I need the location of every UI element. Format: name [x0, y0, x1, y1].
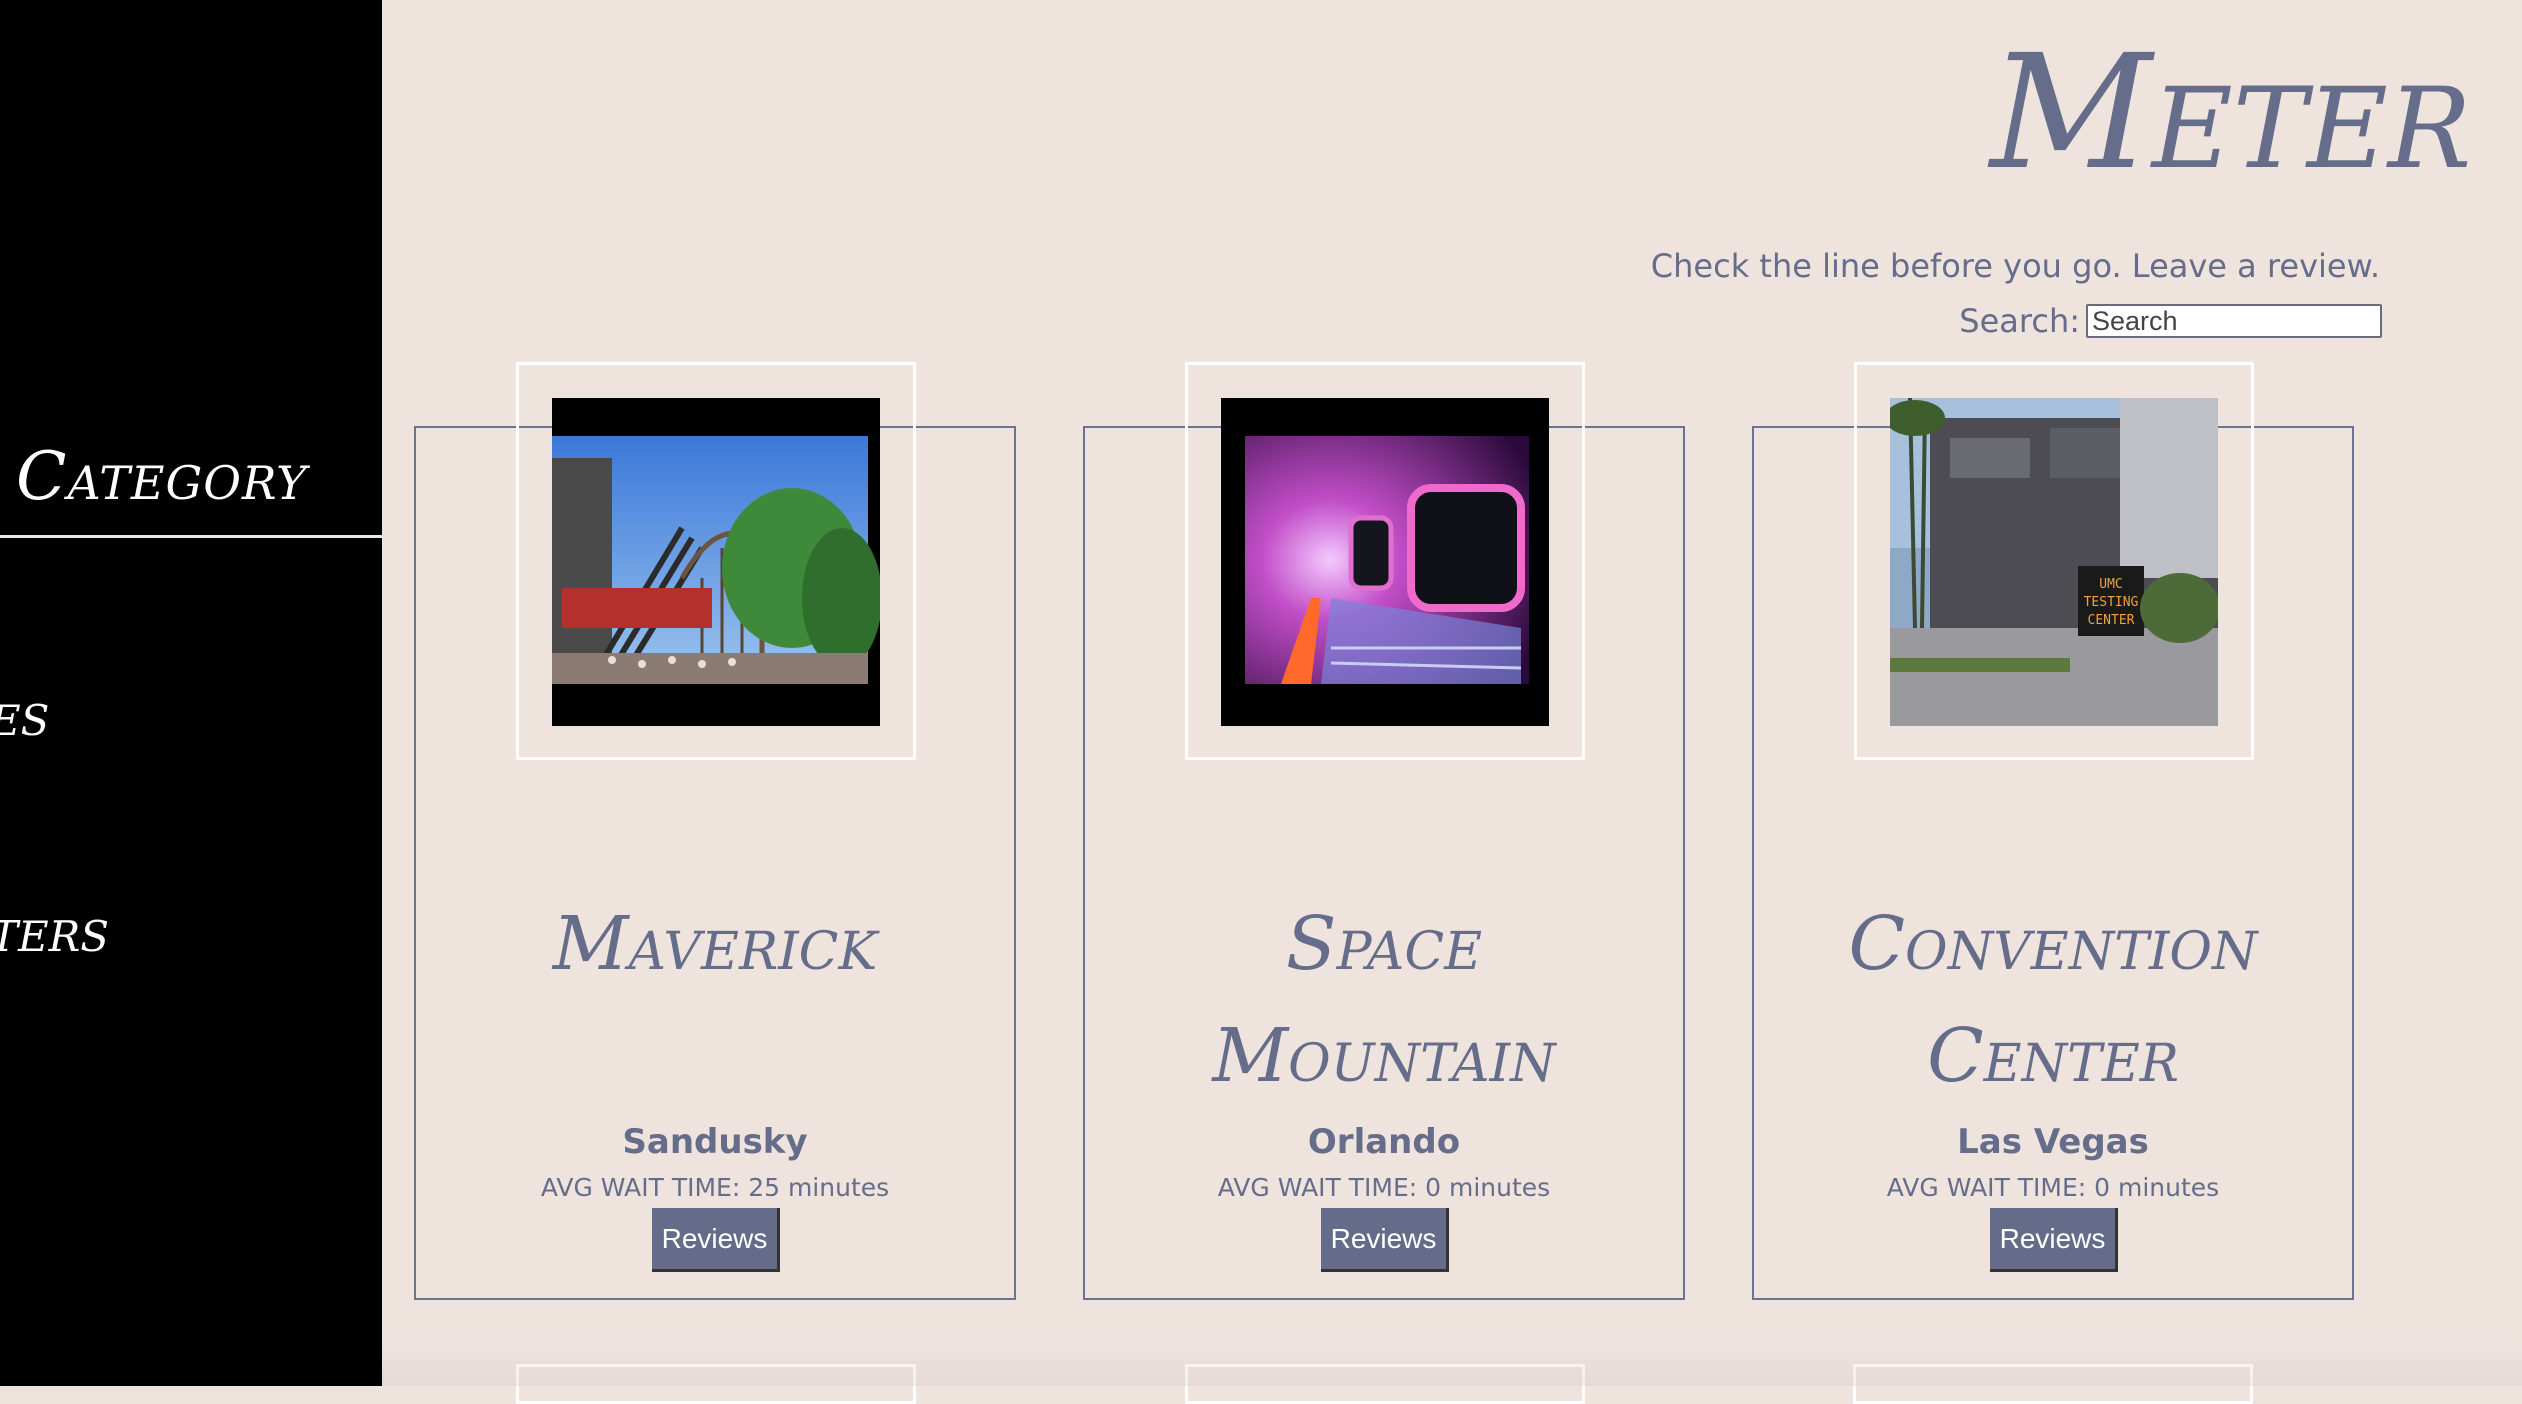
ride-city: Sandusky — [622, 1122, 808, 1162]
photo-frame — [516, 362, 916, 760]
ride-title: Convention Center — [1848, 901, 2258, 1099]
sign-testing: TESTING — [2084, 595, 2139, 610]
avg-wait-time: AVG WAIT TIME: 0 minutes — [1886, 1173, 2220, 1202]
sidebar-divider — [0, 535, 382, 538]
sign-umc: UMC — [2099, 577, 2122, 592]
reviews-button[interactable]: Reviews — [652, 1208, 780, 1272]
brand-logo[interactable]: Meter — [1990, 34, 2471, 192]
avg-wait-time: AVG WAIT TIME: 25 minutes — [540, 1173, 890, 1202]
ride-card: Maverick Sandusky AVG WAIT TIME: 25 minu… — [414, 362, 1016, 1300]
photo-frame: UMC TESTING CENTER — [1854, 362, 2254, 760]
ride-title: Space Mountain — [1212, 901, 1556, 1099]
tagline: Check the line before you go. Leave a re… — [1650, 247, 2380, 285]
ride-card: UMC TESTING CENTER Convention Center Las… — [1752, 362, 2354, 1300]
roller-coaster-photo — [552, 398, 880, 726]
search-input[interactable] — [2086, 304, 2382, 338]
reviews-button[interactable]: Reviews — [1990, 1208, 2118, 1272]
space-tunnel-photo — [1221, 398, 1549, 726]
ride-card: Space Mountain Orlando AVG WAIT TIME: 0 … — [1083, 362, 1685, 1300]
search-bar: Search: — [1800, 302, 2382, 342]
sidebar: Category es ters — [0, 0, 382, 1386]
avg-wait-time: AVG WAIT TIME: 0 minutes — [1217, 1173, 1551, 1202]
sign-center: CENTER — [2088, 613, 2135, 628]
photo-frame — [1185, 362, 1585, 760]
sidebar-item-2[interactable]: ters — [0, 896, 109, 966]
building-sign-photo: UMC TESTING CENTER — [1890, 398, 2218, 726]
bottom-shade — [382, 1340, 2522, 1386]
reviews-button[interactable]: Reviews — [1321, 1208, 1449, 1272]
search-label: Search: — [1959, 302, 2080, 340]
ride-title: Maverick — [552, 901, 878, 987]
sidebar-title: Category — [16, 438, 308, 515]
sidebar-item-1[interactable]: es — [0, 680, 49, 750]
ride-city: Las Vegas — [1957, 1122, 2149, 1162]
ride-city: Orlando — [1307, 1122, 1461, 1162]
